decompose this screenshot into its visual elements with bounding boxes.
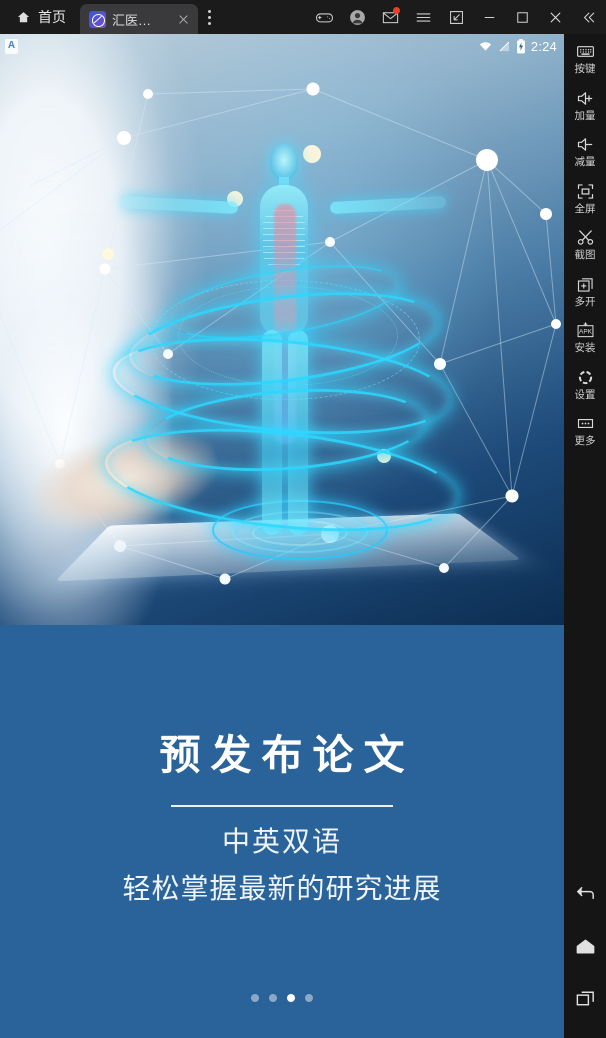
- android-status-bar: A 2:24: [0, 34, 564, 58]
- svg-text:APK: APK: [579, 329, 593, 336]
- gamepad-icon[interactable]: [308, 0, 341, 34]
- sidebar-item-more[interactable]: 更多: [564, 406, 606, 453]
- sidebar-label: 全屏: [574, 202, 596, 215]
- android-back-icon[interactable]: [564, 868, 606, 920]
- sidebar-label: 安装: [574, 342, 596, 355]
- apk-install-icon: APK: [575, 320, 596, 341]
- hero-image: [0, 34, 564, 625]
- tab-label: 汇医…: [112, 12, 152, 28]
- pager-dot-2[interactable]: [269, 994, 277, 1002]
- sidebar-label: 按键: [574, 63, 596, 75]
- sidebar-label: 设置: [574, 388, 596, 401]
- subtitle-line-2: 轻松掌握最新的研究进展: [122, 873, 442, 904]
- home-button[interactable]: 首页: [0, 0, 80, 34]
- pager-indicator: [0, 994, 564, 1002]
- titlebar-spacer: [220, 0, 308, 34]
- multi-instance-icon: [575, 274, 596, 295]
- sidebar-item-volume-up[interactable]: 加量: [564, 81, 606, 128]
- sidebar-item-screenshot[interactable]: 截图: [564, 220, 606, 267]
- signal-off-icon: [498, 40, 511, 53]
- window-controls: [308, 0, 606, 34]
- fullscreen-icon: [575, 181, 596, 202]
- resize-icon[interactable]: [440, 0, 473, 34]
- battery-charging-icon: [516, 38, 526, 54]
- title-divider: [171, 805, 393, 807]
- pager-dot-3[interactable]: [287, 994, 295, 1002]
- sidebar-label: 更多: [574, 435, 596, 448]
- app-notification-icon: A: [5, 38, 18, 54]
- dot: [207, 21, 211, 25]
- sidebar-label: 截图: [574, 249, 596, 262]
- sidebar-label: 多开: [574, 295, 596, 308]
- window-title-bar: 首页 汇医…: [0, 0, 606, 34]
- mail-unread-badge: [393, 7, 400, 14]
- home-icon: [16, 10, 31, 25]
- status-icons: 2:24: [478, 38, 557, 54]
- tab-huiyi[interactable]: 汇医…: [80, 4, 198, 34]
- onboarding-panel: 预发布论文 中英双语 轻松掌握最新的研究进展: [0, 625, 564, 1038]
- more-dots-icon: [575, 413, 596, 434]
- sidebar-item-multi-instance[interactable]: 多开: [564, 267, 606, 314]
- collapse-sidebar-icon[interactable]: [572, 0, 604, 34]
- mail-icon[interactable]: [374, 0, 407, 34]
- pager-dot-4[interactable]: [305, 994, 313, 1002]
- minimize-icon[interactable]: [473, 0, 506, 34]
- sidebar-item-settings[interactable]: 设置: [564, 360, 606, 407]
- wifi-icon: [478, 40, 493, 53]
- hamburger-menu-icon[interactable]: [407, 0, 440, 34]
- close-icon[interactable]: [539, 0, 572, 34]
- android-nav-buttons: [564, 868, 606, 1038]
- dot: [207, 9, 211, 13]
- sidebar-item-keyboard[interactable]: 按键: [564, 34, 606, 81]
- android-screen[interactable]: A 2:24 预发布论文 中英双语 轻松掌握最新的研究进展: [0, 34, 564, 1038]
- huiyi-logo-icon: [89, 10, 106, 28]
- keyboard-icon: [575, 41, 596, 62]
- account-avatar-icon[interactable]: [341, 0, 374, 34]
- scissors-screenshot-icon: [575, 227, 596, 248]
- sidebar-label: 减量: [574, 156, 596, 169]
- tab-strip: 汇医…: [80, 0, 220, 34]
- emulator-toolbar: 按键 加量 减量 全屏 截图 多开 APK 安装 设置 更多: [564, 34, 606, 1038]
- sidebar-item-fullscreen[interactable]: 全屏: [564, 174, 606, 221]
- maximize-icon[interactable]: [506, 0, 539, 34]
- clock-time: 2:24: [530, 38, 557, 54]
- pager-dot-1[interactable]: [251, 994, 259, 1002]
- subtitle-line-1: 中英双语: [221, 826, 342, 857]
- sidebar-item-volume-down[interactable]: 减量: [564, 127, 606, 174]
- home-button-label: 首页: [38, 9, 66, 25]
- android-recents-icon[interactable]: [564, 972, 606, 1024]
- volume-up-icon: [575, 88, 596, 109]
- gear-settings-icon: [575, 367, 596, 388]
- android-home-icon[interactable]: [564, 920, 606, 972]
- sidebar-label: 加量: [574, 109, 596, 122]
- tab-close-icon[interactable]: [175, 11, 192, 28]
- sidebar-item-apk-install[interactable]: APK 安装: [564, 313, 606, 360]
- page-title: 预发布论文: [159, 732, 415, 778]
- tab-overflow-menu[interactable]: [198, 0, 220, 34]
- volume-down-icon: [575, 134, 596, 155]
- dot: [207, 15, 211, 19]
- emulator-window: 首页 汇医… A 2:24 预发布论文 中英双语 轻松掌握最新的研究进展 按键 …: [0, 0, 606, 1038]
- body-head: [270, 144, 298, 180]
